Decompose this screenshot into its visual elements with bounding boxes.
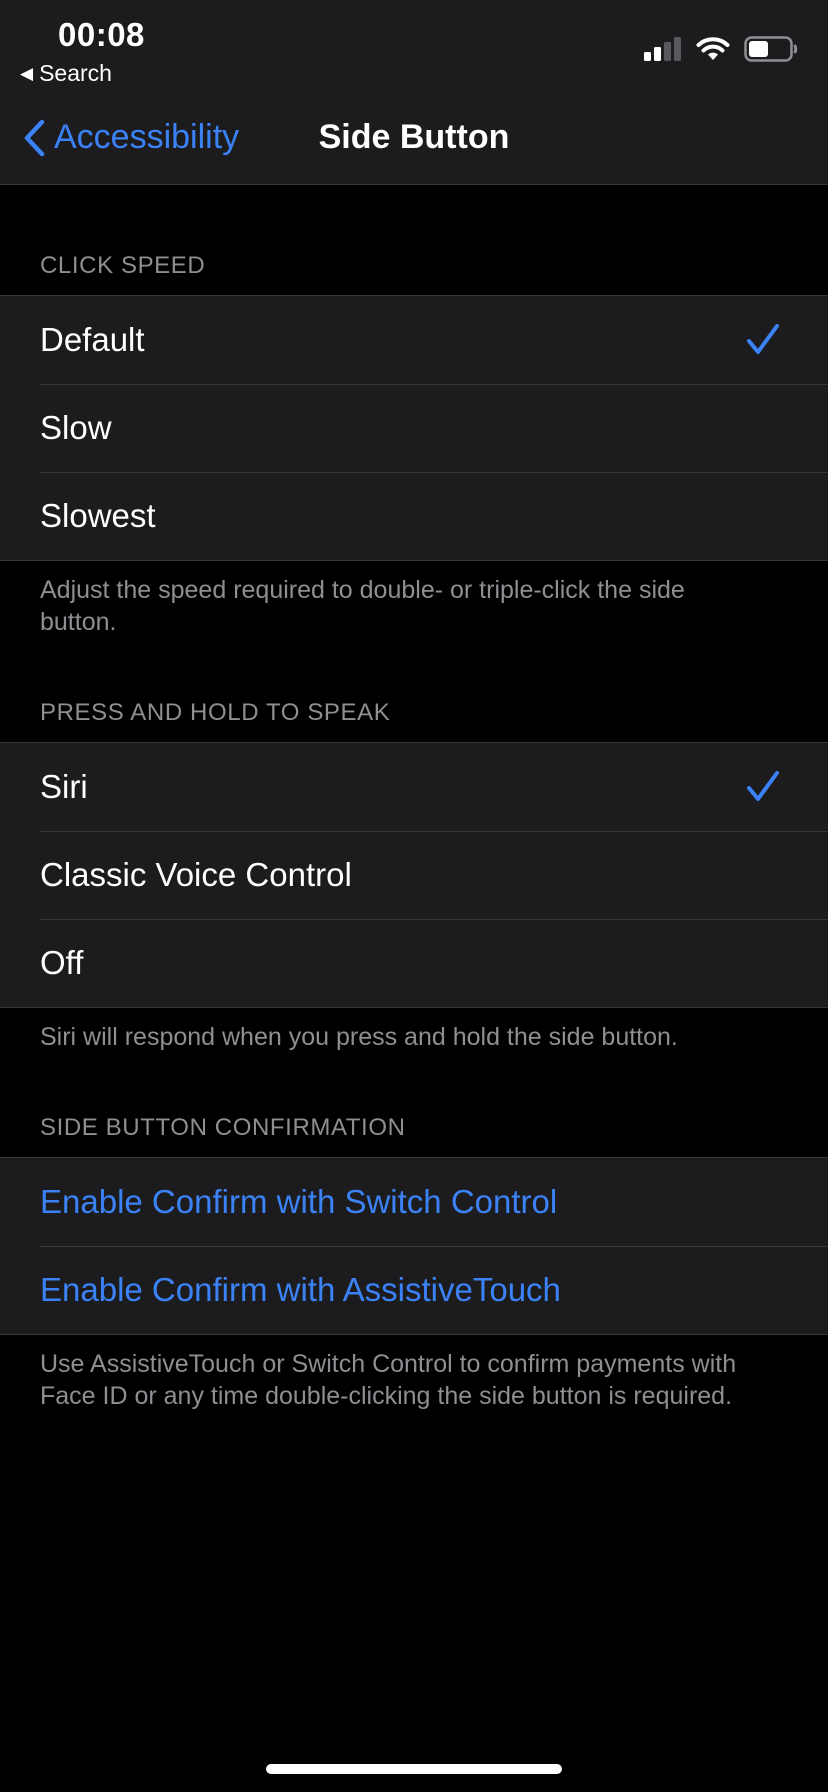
page-title: Side Button	[0, 118, 828, 157]
status-icons	[644, 36, 798, 62]
checkmark-icon	[747, 771, 779, 801]
link-label: Enable Confirm with Switch Control	[40, 1183, 558, 1220]
page-title-text: Side Button	[318, 118, 510, 156]
press-hold-option-siri[interactable]: Siri	[0, 743, 828, 831]
battery-icon	[744, 36, 798, 62]
wifi-icon	[696, 37, 730, 60]
link-label: Enable Confirm with AssistiveTouch	[40, 1271, 561, 1308]
back-triangle-icon: ◀	[20, 63, 34, 83]
cellular-signal-icon	[644, 37, 681, 61]
status-back-to-app[interactable]: ◀ Search	[20, 60, 112, 87]
home-indicator[interactable]	[266, 1764, 562, 1774]
option-label: Default	[40, 321, 145, 358]
top-bar: 00:08 ◀ Search Accessibility Side Button	[0, 0, 828, 185]
enable-confirm-assistivetouch-link[interactable]: Enable Confirm with AssistiveTouch	[0, 1246, 828, 1334]
press-hold-option-classic-voice-control[interactable]: Classic Voice Control	[0, 831, 828, 919]
option-label: Slowest	[40, 497, 156, 534]
click-speed-footer: Adjust the speed required to double- or …	[40, 576, 685, 636]
section-header-click-speed: CLICK SPEED	[40, 252, 206, 279]
option-label: Slow	[40, 409, 112, 446]
section-header-press-hold: PRESS AND HOLD TO SPEAK	[40, 699, 391, 726]
press-hold-group: Siri Classic Voice Control Off	[0, 742, 828, 1008]
click-speed-option-slowest[interactable]: Slowest	[0, 472, 828, 560]
click-speed-option-default[interactable]: Default	[0, 296, 828, 384]
click-speed-group: Default Slow Slowest	[0, 295, 828, 561]
option-label: Siri	[40, 768, 88, 805]
confirmation-group: Enable Confirm with Switch Control Enabl…	[0, 1157, 828, 1335]
press-hold-option-off[interactable]: Off	[0, 919, 828, 1007]
option-label: Classic Voice Control	[40, 856, 352, 893]
checkmark-icon	[747, 324, 779, 354]
status-time: 00:08	[58, 16, 145, 53]
status-back-label: Search	[39, 60, 112, 86]
press-hold-footer: Siri will respond when you press and hol…	[40, 1023, 678, 1051]
confirmation-footer: Use AssistiveTouch or Switch Control to …	[40, 1350, 737, 1410]
enable-confirm-switch-control-link[interactable]: Enable Confirm with Switch Control	[0, 1158, 828, 1246]
section-header-confirmation: SIDE BUTTON CONFIRMATION	[40, 1114, 406, 1141]
click-speed-option-slow[interactable]: Slow	[0, 384, 828, 472]
option-label: Off	[40, 944, 84, 981]
